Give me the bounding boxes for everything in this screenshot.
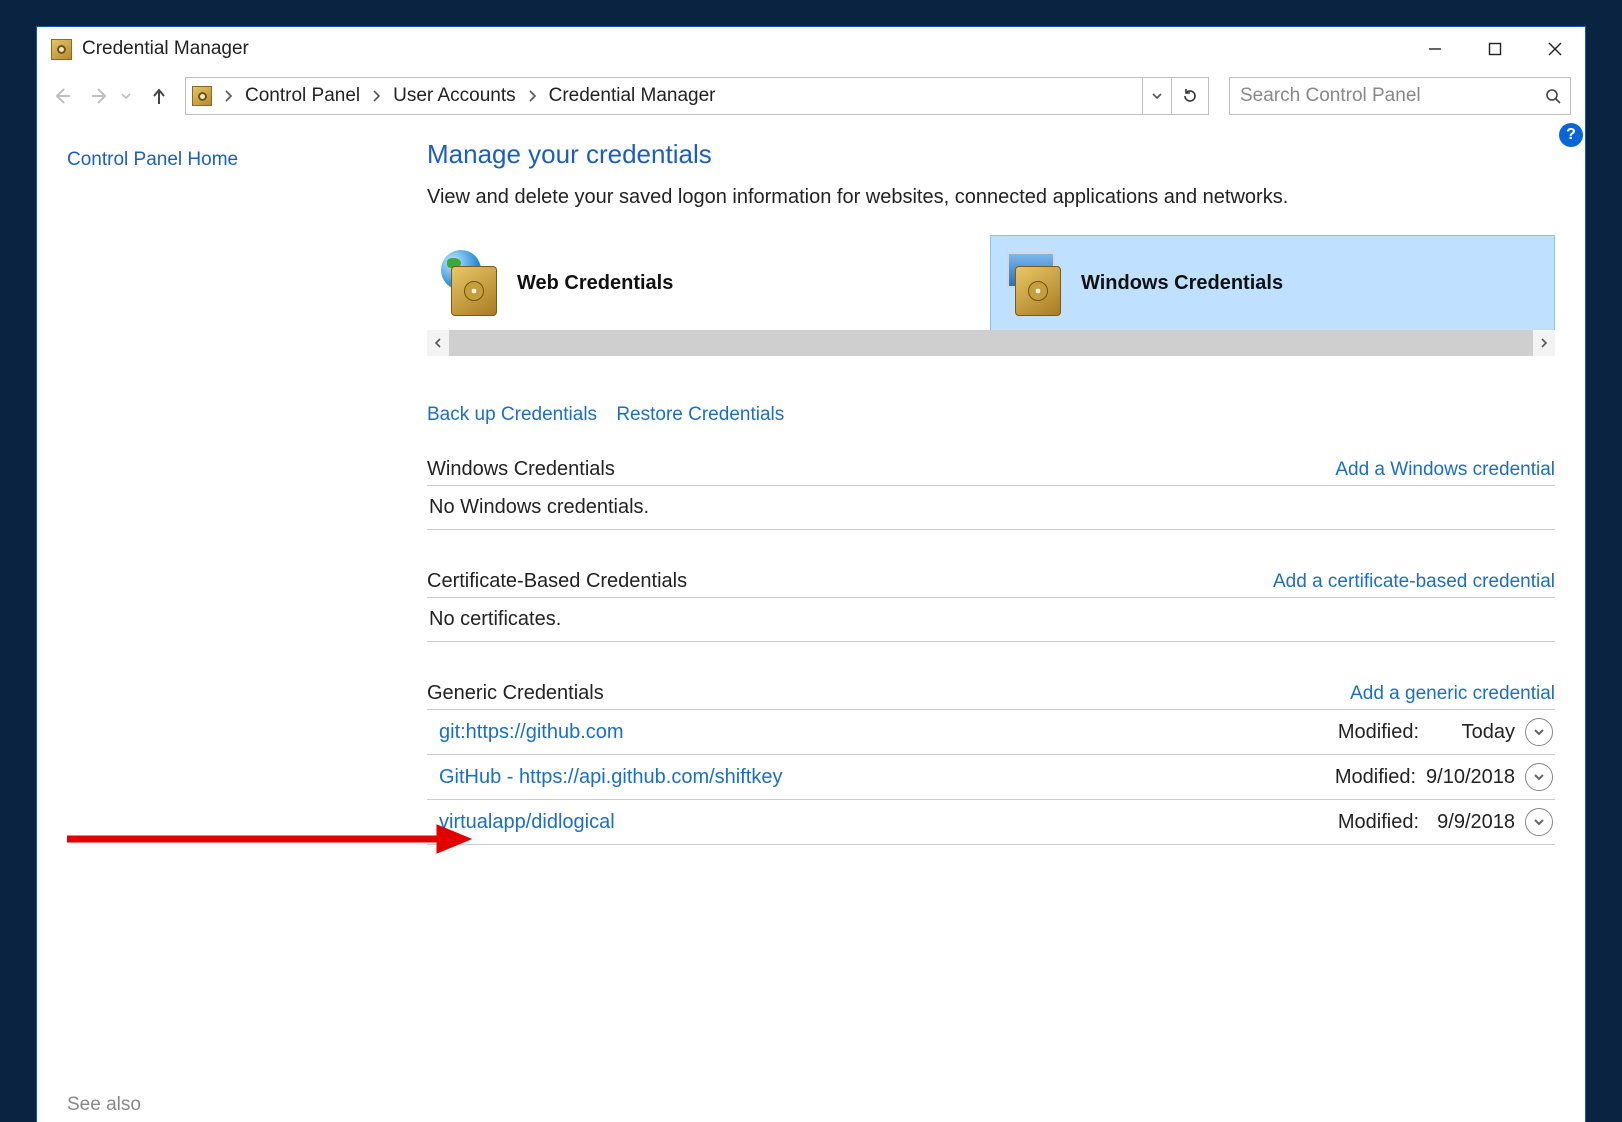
tab-windows-credentials[interactable]: Windows Credentials [990,235,1555,331]
credential-type-tabs: Web Credentials Windows Credentials [427,235,1555,331]
scroll-left-button[interactable] [427,330,449,356]
scroll-track[interactable] [449,330,1533,356]
restore-credentials-link[interactable]: Restore Credentials [616,404,784,425]
breadcrumb: Control Panel User Accounts Credential M… [218,78,1142,114]
address-icon [186,78,218,114]
credential-manager-window: Credential Manager [36,26,1586,1122]
section-heading: Generic Credentials [427,682,604,705]
credential-name: git:https://github.com [429,721,624,744]
close-button[interactable] [1525,27,1585,71]
modified-value: Today [1429,721,1515,744]
search-input[interactable] [1230,85,1536,107]
chevron-right-icon [218,89,239,103]
refresh-button[interactable] [1171,78,1208,114]
chevron-right-icon [366,89,387,103]
breadcrumb-item[interactable]: User Accounts [387,85,522,107]
titlebar: Credential Manager [37,27,1585,71]
see-also-label: See also [67,1094,141,1116]
add-generic-credential-link[interactable]: Add a generic credential [1350,683,1555,705]
modified-value: 9/9/2018 [1429,811,1515,834]
scroll-right-button[interactable] [1533,330,1555,356]
add-certificate-credential-link[interactable]: Add a certificate-based credential [1273,571,1555,593]
maximize-button[interactable] [1465,27,1525,71]
section-windows-credentials: Windows Credentials Add a Windows creden… [427,454,1555,530]
tab-web-credentials[interactable]: Web Credentials [427,235,990,331]
credential-row[interactable]: GitHub - https://api.github.com/shiftkey… [427,755,1555,800]
window-title: Credential Manager [82,38,249,60]
breadcrumb-item[interactable]: Credential Manager [543,85,722,107]
section-heading: Certificate-Based Credentials [427,570,687,593]
modified-value: 9/10/2018 [1426,766,1515,789]
backup-credentials-link[interactable]: Back up Credentials [427,404,597,425]
credential-row[interactable]: virtualapp/didlogical Modified: 9/9/2018 [427,800,1555,845]
nav-back-button[interactable] [47,82,75,110]
nav-up-button[interactable] [145,82,173,110]
section-certificate-credentials: Certificate-Based Credentials Add a cert… [427,566,1555,642]
search-icon[interactable] [1536,88,1570,104]
tab-label: Windows Credentials [1081,272,1283,295]
credential-row[interactable]: git:https://github.com Modified: Today [427,710,1555,755]
section-empty-text: No certificates. [427,598,1555,642]
navigation-bar: Control Panel User Accounts Credential M… [37,71,1585,121]
credential-name: virtualapp/didlogical [429,811,615,834]
tab-label: Web Credentials [517,272,673,295]
breadcrumb-item[interactable]: Control Panel [239,85,366,107]
modified-label: Modified: [1338,811,1419,834]
modified-label: Modified: [1335,766,1416,789]
web-credentials-icon [441,250,507,316]
chevron-right-icon [522,89,543,103]
expand-icon[interactable] [1525,718,1553,746]
app-icon [51,39,72,60]
main-pane: ? Manage your credentials View and delet… [427,121,1585,1122]
tab-scroll-strip [427,330,1555,356]
windows-credentials-icon [1005,250,1071,316]
section-empty-text: No Windows credentials. [427,486,1555,530]
expand-icon[interactable] [1525,808,1553,836]
address-bar[interactable]: Control Panel User Accounts Credential M… [185,77,1209,115]
search-box[interactable] [1229,77,1571,115]
add-windows-credential-link[interactable]: Add a Windows credential [1335,459,1555,481]
expand-icon[interactable] [1525,763,1553,791]
nav-history-dropdown[interactable] [119,82,133,110]
credential-action-links: Back up Credentials Restore Credentials [427,404,1555,426]
modified-label: Modified: [1338,721,1419,744]
sidebar: Control Panel Home See also [37,121,427,1122]
minimize-button[interactable] [1405,27,1465,71]
help-icon[interactable]: ? [1559,123,1583,147]
section-heading: Windows Credentials [427,458,615,481]
page-subtitle: View and delete your saved logon informa… [427,186,1555,209]
address-dropdown[interactable] [1142,78,1171,114]
control-panel-home-link[interactable]: Control Panel Home [67,149,413,171]
credential-name: GitHub - https://api.github.com/shiftkey [429,766,783,789]
page-title: Manage your credentials [427,139,1555,170]
section-generic-credentials: Generic Credentials Add a generic creden… [427,678,1555,845]
nav-forward-button[interactable] [87,82,115,110]
window-body: Control Panel Home See also ? Manage you… [37,121,1585,1122]
